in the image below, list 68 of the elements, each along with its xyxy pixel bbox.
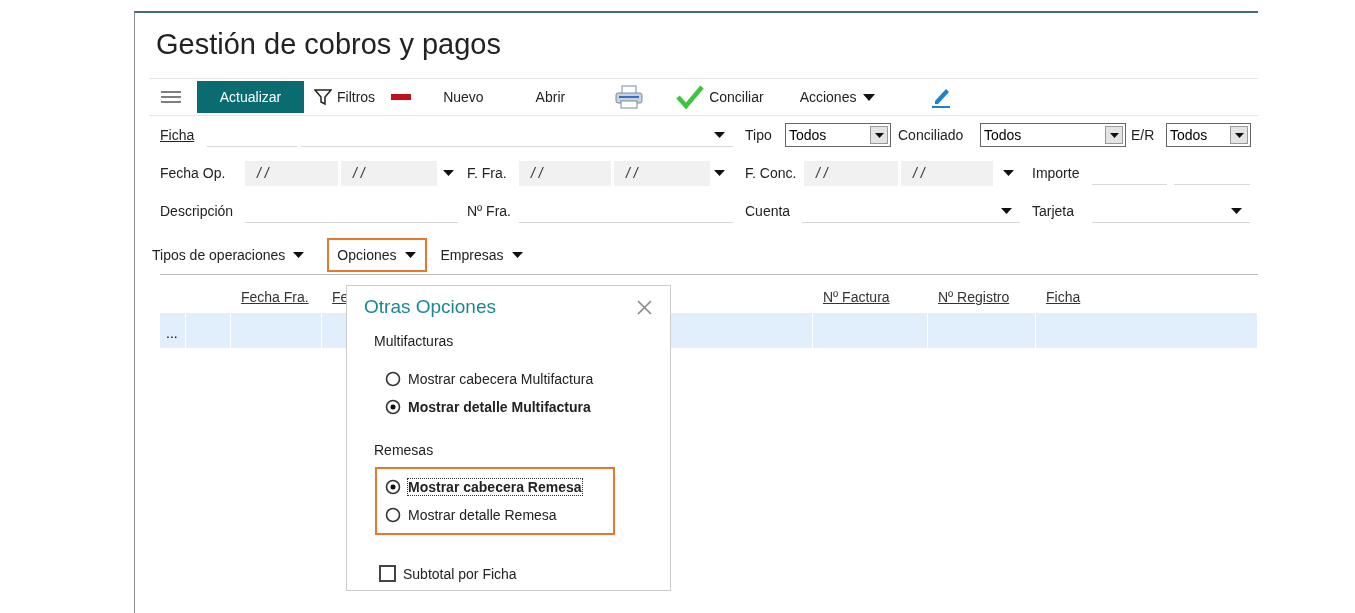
options-dropdown[interactable]: Opciones xyxy=(327,238,427,272)
caret-icon xyxy=(874,132,884,138)
options-dropdown[interactable]: Empresas xyxy=(430,238,534,272)
checkmark-icon xyxy=(676,85,705,109)
field-label: Descripción xyxy=(160,203,235,219)
caret-icon[interactable] xyxy=(443,170,454,176)
reconcile-button[interactable]: Conciliar xyxy=(676,85,764,109)
group-title: Remesas xyxy=(374,442,435,458)
field-label: Fecha Op. xyxy=(160,165,227,181)
field-label: F. Fra. xyxy=(467,165,508,181)
date-field[interactable]: / / xyxy=(341,160,437,186)
select-field[interactable]: Todos xyxy=(785,123,891,147)
radio-button[interactable] xyxy=(385,479,401,495)
column-header[interactable]: Ficha xyxy=(1046,289,1081,305)
field-label: E/R xyxy=(1131,127,1156,143)
minus-icon[interactable] xyxy=(391,94,412,100)
caret-icon xyxy=(1234,132,1244,138)
caret-icon xyxy=(293,252,305,258)
caret-icon xyxy=(1001,207,1012,214)
checkbox-label[interactable]: Subtotal por Ficha xyxy=(403,565,517,582)
options-dropdown[interactable]: Tipos de operaciones xyxy=(140,238,316,272)
field-label: F. Conc. xyxy=(745,165,798,181)
radio-button[interactable] xyxy=(385,399,401,415)
field-label: Tarjeta xyxy=(1032,203,1076,219)
printer-icon[interactable] xyxy=(615,85,644,109)
close-icon[interactable] xyxy=(637,299,652,315)
funnel-icon xyxy=(314,88,332,106)
date-field[interactable]: / / xyxy=(614,160,710,186)
date-field[interactable]: / / xyxy=(245,160,338,186)
column-header[interactable]: Nº Registro xyxy=(938,289,1010,305)
field-label: Conciliado xyxy=(898,127,965,143)
select-field[interactable]: Todos xyxy=(1166,123,1251,147)
caret-icon xyxy=(1109,132,1119,138)
select-field[interactable]: Todos xyxy=(980,123,1126,147)
radio-button[interactable] xyxy=(385,507,401,523)
caret-icon[interactable] xyxy=(714,170,725,176)
toolbar-button[interactable]: Nuevo xyxy=(443,89,484,105)
filter-button[interactable]: Filtros xyxy=(314,88,376,106)
field-label: Nº Fra. xyxy=(467,203,512,219)
radio-label[interactable]: Mostrar cabecera Multifactura xyxy=(408,371,594,387)
caret-icon xyxy=(1231,207,1242,214)
page-title: Gestión de cobros y pagos xyxy=(155,27,502,62)
radio-label[interactable]: Mostrar detalle Remesa xyxy=(408,507,557,523)
group-title: Multifacturas xyxy=(374,333,455,349)
date-field[interactable]: / / xyxy=(519,160,611,186)
refresh-button[interactable]: Actualizar xyxy=(197,81,304,113)
radio-label[interactable]: Mostrar detalle Multifactura xyxy=(408,399,591,415)
radio-button[interactable] xyxy=(385,371,401,387)
column-header[interactable]: Fecha Fra. xyxy=(241,289,309,305)
ficha-link[interactable]: Ficha xyxy=(160,127,200,143)
caret-icon xyxy=(863,93,876,101)
radio-label[interactable]: Mostrar cabecera Remesa xyxy=(408,479,582,495)
caret-icon xyxy=(511,252,523,258)
checkbox[interactable] xyxy=(379,565,396,582)
caret-icon[interactable] xyxy=(1003,170,1014,176)
caret-icon xyxy=(404,252,416,258)
toolbar-button[interactable]: Abrir xyxy=(535,89,566,105)
pencil-icon[interactable] xyxy=(931,86,952,108)
column-header[interactable]: Nº Factura xyxy=(823,289,890,305)
menu-icon[interactable] xyxy=(161,91,181,103)
actions-dropdown[interactable]: Acciones xyxy=(799,89,876,105)
field-label: Cuenta xyxy=(745,203,792,219)
field-label: Tipo xyxy=(745,127,773,143)
date-field[interactable]: / / xyxy=(804,160,898,186)
caret-icon xyxy=(714,131,725,138)
date-field[interactable]: / / xyxy=(901,160,993,186)
field-label: Importe xyxy=(1032,165,1081,181)
table-cell: ... xyxy=(166,325,178,341)
